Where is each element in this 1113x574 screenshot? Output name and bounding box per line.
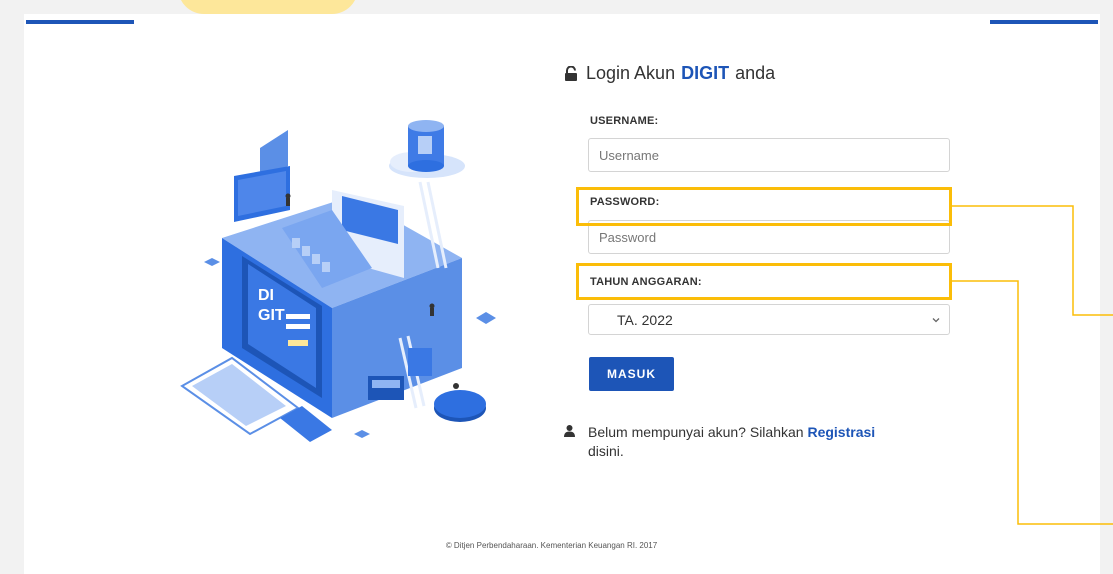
username-input[interactable] [588, 138, 950, 172]
lock-icon [565, 65, 577, 81]
year-select-value: TA. 2022 [617, 311, 673, 328]
screen-logo-line1: DI [258, 287, 274, 304]
digit-illustration: DI GIT [180, 120, 496, 442]
register-prompt: Belum mempunyai akun? Silahkan Registras… [564, 423, 944, 461]
register-link[interactable]: Registrasi [807, 424, 875, 440]
accent-bar-right [990, 20, 1098, 24]
submit-button[interactable]: MASUK [589, 357, 674, 391]
top-decoration [178, 0, 358, 14]
login-title-prefix: Login Akun [586, 63, 676, 83]
year-highlight-box [576, 263, 952, 300]
footer-copyright: © Ditjen Perbendaharaan. Kementerian Keu… [445, 541, 658, 550]
login-title: Login Akun DIGIT anda [564, 63, 775, 84]
footer: © Ditjen Perbendaharaan. Kementerian Keu… [0, 541, 1113, 550]
password-highlight-box [576, 187, 952, 226]
screen-logo-line2: GIT [258, 307, 285, 324]
chevron-down-icon [932, 317, 940, 322]
login-title-suffix: anda [735, 63, 776, 83]
year-select[interactable]: TA. 2022 [588, 304, 950, 335]
user-icon [564, 425, 575, 437]
register-text-before: Belum mempunyai akun? Silahkan [588, 424, 804, 440]
login-title-brand: DIGIT [681, 63, 730, 83]
accent-bar-left [26, 20, 134, 24]
username-label: USERNAME: [590, 115, 659, 127]
register-text-after: disini. [588, 443, 624, 459]
